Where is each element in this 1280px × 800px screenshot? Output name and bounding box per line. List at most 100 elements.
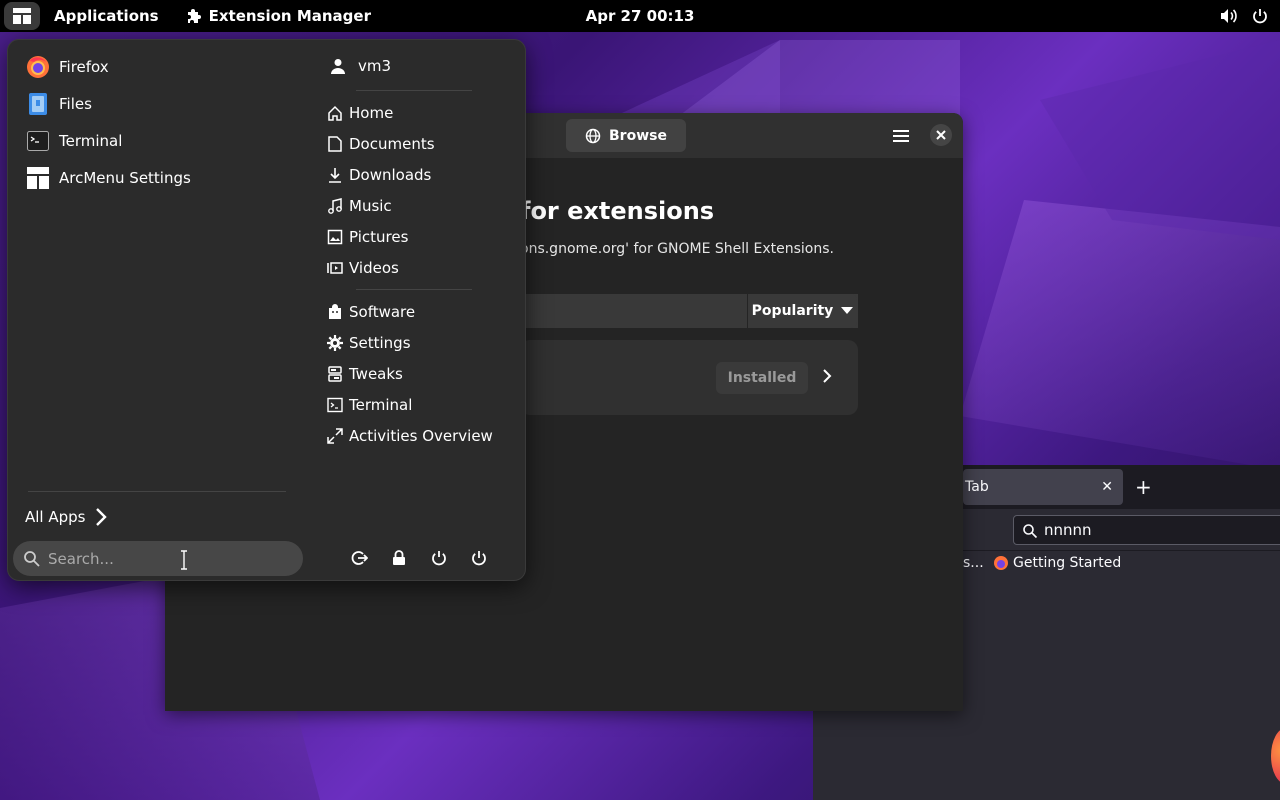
applications-menu[interactable]: Applications (40, 0, 173, 32)
place-label: Videos (349, 258, 399, 277)
terminal-icon (327, 397, 343, 413)
system-label: Tweaks (349, 364, 403, 383)
place-home[interactable]: Home (320, 97, 520, 128)
url-bar-value: nnnnn (1044, 521, 1092, 539)
active-app-menu[interactable]: Extension Manager (173, 0, 385, 32)
system-tray[interactable] (1220, 0, 1268, 32)
arcmenu-settings-icon (26, 166, 50, 190)
new-tab-button[interactable]: + (1135, 475, 1152, 499)
firefox-tab-bar: Tab ✕ + (963, 465, 1280, 509)
place-downloads[interactable]: Downloads (320, 159, 520, 190)
puzzle-icon (187, 9, 201, 23)
bookmark-getting-started[interactable]: Getting Started (993, 555, 1121, 571)
home-icon (327, 105, 343, 121)
system-software[interactable]: Software (320, 296, 520, 327)
tweaks-icon (327, 365, 343, 382)
place-label: Pictures (349, 227, 409, 246)
arcmenu-search-bar[interactable] (13, 541, 303, 576)
firefox-icon (26, 55, 50, 79)
all-apps-button[interactable]: All Apps (25, 504, 108, 530)
lock-button[interactable] (388, 546, 410, 570)
volume-icon (1221, 9, 1237, 23)
firefox-tab[interactable]: Tab ✕ (963, 469, 1123, 505)
settings-icon (327, 334, 343, 351)
system-settings[interactable]: Settings (320, 327, 520, 358)
search-input[interactable] (48, 549, 268, 568)
clock[interactable]: Apr 27 00:13 (586, 7, 695, 25)
system-label: Settings (349, 333, 411, 352)
videos-icon (327, 260, 343, 276)
url-bar[interactable]: nnnnn (1013, 515, 1280, 545)
lock-icon (393, 550, 405, 565)
app-firefox[interactable]: Firefox (18, 48, 298, 85)
tab-browse-label: Browse (609, 127, 667, 144)
chevron-right-icon (96, 508, 108, 526)
search-icon (24, 551, 40, 567)
place-label: Downloads (349, 165, 432, 184)
restart-button[interactable] (428, 546, 450, 570)
place-pictures[interactable]: Pictures (320, 221, 520, 252)
window-close-button[interactable] (930, 124, 952, 146)
document-icon (327, 135, 343, 152)
hamburger-icon (893, 130, 909, 142)
applications-label: Applications (54, 7, 159, 25)
restart-icon (432, 551, 446, 566)
chevron-right-icon[interactable] (822, 368, 832, 384)
search-icon (1023, 524, 1038, 539)
place-videos[interactable]: Videos (320, 252, 520, 283)
arcmenu-icon (13, 8, 31, 24)
sort-label: Popularity (751, 303, 834, 319)
browse-description: ons.gnome.org' for GNOME Shell Extension… (520, 241, 834, 257)
browse-heading: for extensions (520, 197, 715, 225)
places-column: vm3 Home Documents Downloads Music Pictu… (320, 48, 520, 451)
wallpaper-shape (960, 200, 1280, 470)
power-options (348, 546, 490, 570)
firefox-icon (994, 556, 1008, 570)
system-activities-overview[interactable]: Activities Overview (320, 420, 520, 451)
main-menu-button[interactable] (890, 125, 912, 147)
files-icon (26, 92, 50, 116)
user-account-button[interactable]: vm3 (320, 48, 520, 84)
installed-button[interactable]: Installed (716, 362, 808, 394)
app-arcmenu-settings[interactable]: ArcMenu Settings (18, 159, 298, 196)
firefox-toolbar: nnnnn (963, 509, 1280, 551)
place-label: Music (349, 196, 392, 215)
separator (356, 90, 472, 91)
app-terminal[interactable]: Terminal (18, 122, 298, 159)
terminal-icon (26, 129, 50, 153)
place-label: Documents (349, 134, 435, 153)
app-label: ArcMenu Settings (59, 168, 191, 187)
separator (28, 491, 286, 492)
place-documents[interactable]: Documents (320, 128, 520, 159)
system-tweaks[interactable]: Tweaks (320, 358, 520, 389)
place-music[interactable]: Music (320, 190, 520, 221)
pictures-icon (327, 229, 343, 245)
power-off-button[interactable] (468, 546, 490, 570)
arcmenu-button[interactable] (4, 2, 40, 30)
close-tab-icon[interactable]: ✕ (1101, 479, 1113, 495)
log-out-icon (351, 551, 368, 565)
music-icon (327, 197, 343, 214)
chevron-down-icon (841, 307, 854, 314)
active-app-label: Extension Manager (208, 7, 371, 25)
globe-icon (585, 128, 601, 143)
download-icon (327, 167, 343, 183)
arcmenu-popup: Firefox Files Terminal ArcMenu Settings … (7, 39, 526, 581)
close-icon (936, 130, 946, 140)
app-files[interactable]: Files (18, 85, 298, 122)
system-label: Software (349, 302, 416, 321)
text-cursor-icon (181, 550, 187, 570)
activities-icon (327, 427, 343, 444)
sort-dropdown[interactable]: Popularity (747, 294, 857, 328)
system-terminal[interactable]: Terminal (320, 389, 520, 420)
extension-result-row[interactable]: Installed (520, 340, 858, 415)
top-bar: Applications Extension Manager Apr 27 00… (0, 0, 1280, 32)
log-out-button[interactable] (348, 546, 370, 570)
bookmark-overflow[interactable]: s... (963, 555, 984, 571)
separator (356, 289, 472, 290)
firefox-tab-label: Tab (965, 479, 989, 495)
pinned-apps-list: Firefox Files Terminal ArcMenu Settings (18, 48, 298, 196)
app-label: Terminal (59, 131, 123, 150)
app-label: Firefox (59, 57, 109, 76)
tab-browse[interactable]: Browse (566, 119, 686, 152)
